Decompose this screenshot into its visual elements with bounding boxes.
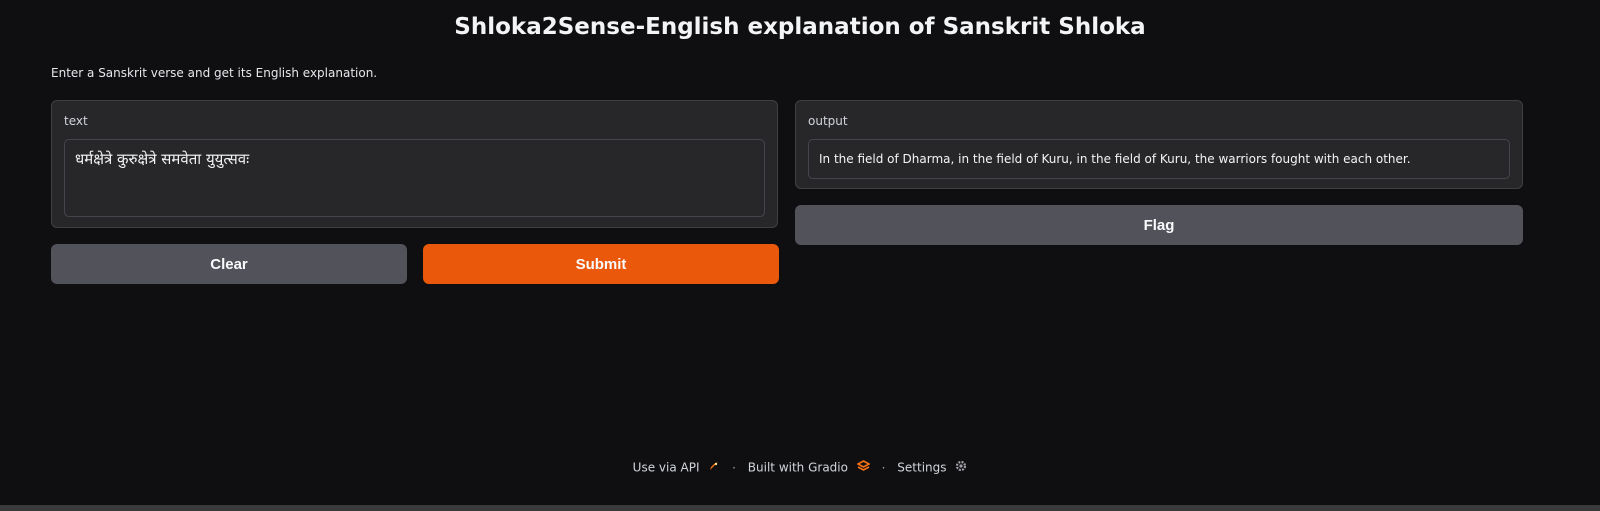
rocket-icon — [708, 460, 720, 475]
text-input[interactable]: धर्मक्षेत्रे कुरुक्षेत्रे समवेता युयुत्स… — [64, 139, 765, 217]
page-title: Shloka2Sense-English explanation of Sans… — [454, 14, 1146, 40]
clear-button[interactable]: Clear — [51, 244, 407, 284]
footer: Use via API · Built with Gradio · Settin… — [0, 460, 1600, 475]
submit-button[interactable]: Submit — [423, 244, 779, 284]
output-label: output — [808, 114, 848, 128]
output-panel: output In the field of Dharma, in the fi… — [795, 100, 1523, 189]
gear-icon — [955, 460, 967, 475]
use-api-link[interactable]: Use via API — [632, 460, 724, 475]
flag-button[interactable]: Flag — [795, 205, 1523, 245]
output-textbox[interactable]: In the field of Dharma, in the field of … — [808, 139, 1510, 179]
page-description: Enter a Sanskrit verse and get its Engli… — [51, 66, 378, 80]
gradio-label: Built with Gradio — [747, 460, 848, 475]
settings-label: Settings — [897, 460, 947, 475]
built-with-gradio-link[interactable]: Built with Gradio — [747, 460, 874, 475]
input-label: text — [64, 114, 88, 128]
input-panel: text धर्मक्षेत्रे कुरुक्षेत्रे समवेता यु… — [51, 100, 778, 228]
use-api-label: Use via API — [632, 460, 700, 475]
settings-link[interactable]: Settings — [897, 460, 967, 475]
footer-separator: · — [881, 460, 886, 475]
bottom-scrollbar[interactable] — [0, 505, 1600, 511]
app-page: Shloka2Sense-English explanation of Sans… — [0, 0, 1600, 511]
footer-separator: · — [732, 460, 736, 475]
gradio-logo-icon — [856, 460, 871, 475]
